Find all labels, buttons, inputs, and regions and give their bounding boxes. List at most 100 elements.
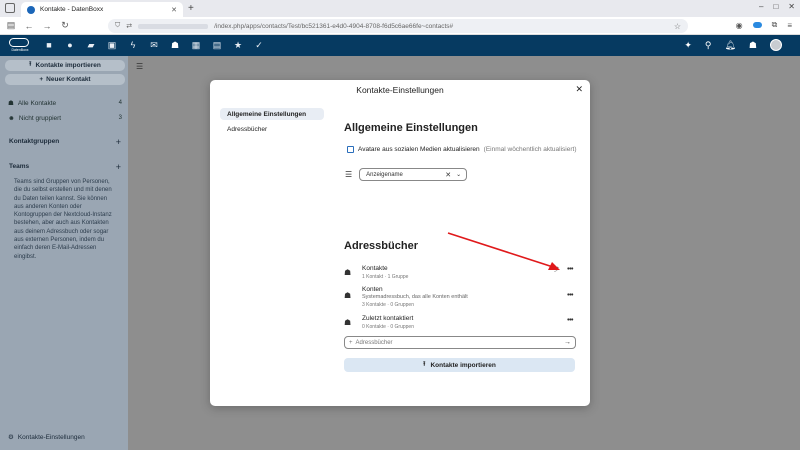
addressbook-name: Zuletzt kontaktiert: [362, 315, 414, 322]
sidebar-import-button[interactable]: ⭱ Kontakte importieren: [5, 60, 125, 71]
sort-select[interactable]: Anzeigename ✕ ⌄: [359, 168, 468, 181]
avatar[interactable]: [770, 39, 782, 51]
url-bar[interactable]: ⛉ ⇄ /index.php/apps/contacts/Test/bc5213…: [108, 19, 688, 33]
contact-groups-label: Kontaktgruppen: [9, 138, 60, 145]
share-icon[interactable]: ⤴: [554, 266, 559, 273]
bookmark-star-icon[interactable]: ☆: [674, 22, 681, 31]
extensions-icon[interactable]: ⧉: [772, 20, 778, 30]
arrow-right-icon[interactable]: →: [564, 339, 571, 346]
nav-addressbooks[interactable]: Adressbücher: [220, 123, 324, 135]
chevron-down-icon[interactable]: ⌄: [456, 171, 461, 178]
more-actions-button[interactable]: •••: [567, 266, 573, 273]
search-icon[interactable]: ●: [65, 39, 75, 51]
addressbook-counts: 1 Kontakt · 1 Gruppe: [362, 274, 409, 280]
nav-general-settings[interactable]: Allgemeine Einstellungen: [220, 108, 324, 120]
more-actions-button[interactable]: •••: [567, 317, 573, 324]
activity-icon[interactable]: ϟ: [128, 39, 138, 51]
browser-toolbar-right: ◉ ⧉ ≡: [736, 20, 792, 30]
dashboard-icon[interactable]: ■: [44, 39, 54, 51]
addressbook-group-icon: ☗: [344, 318, 352, 327]
files-icon[interactable]: ▰: [86, 39, 96, 51]
addressbook-item-konten: ☗ Konten Systemadressbuch, das alle Kont…: [344, 286, 576, 308]
header-right: ✦ ⚲ 🔔︎ ☗: [684, 39, 782, 51]
tasks-icon[interactable]: ✓: [254, 39, 264, 51]
addressbook-group-icon: ☗: [344, 268, 352, 277]
sidebar-item-ungrouped[interactable]: ☻ Nicht gruppiert 3: [8, 113, 122, 123]
sort-list-icon: ☰: [345, 170, 353, 179]
app-menu: ■ ● ▰ ▣ ϟ ✉ ☗ ▦ ▤ ★ ✓: [44, 39, 264, 51]
forward-icon[interactable]: →: [42, 21, 52, 31]
browser-tabbar: Kontakte - DatenBoxx ✕ + – □ ✕: [0, 0, 800, 17]
person-icon: ☻: [8, 114, 15, 122]
addressbooks-title: Adressbücher: [344, 240, 418, 252]
navigation-toggle-icon[interactable]: ☰: [136, 62, 143, 71]
teams-description: Teams sind Gruppen von Personen, die du …: [14, 179, 112, 260]
addressbook-name: Konten: [362, 286, 383, 293]
favicon-icon: [27, 5, 35, 14]
general-settings-title: Allgemeine Einstellungen: [344, 122, 478, 134]
settings-modal: Kontakte-Einstellungen ✕ Allgemeine Eins…: [210, 80, 590, 406]
new-tab-icon[interactable]: +: [188, 3, 194, 14]
upload-icon: ⭱: [423, 360, 426, 368]
minimize-icon[interactable]: –: [759, 2, 763, 11]
notes-icon[interactable]: ▤: [212, 39, 222, 51]
close-icon[interactable]: ✕: [575, 84, 583, 95]
new-contact-label: Neuer Kontakt: [46, 76, 91, 83]
window-controls: – □ ✕: [759, 2, 795, 11]
mail-icon[interactable]: ✉: [149, 39, 159, 51]
sidebar-item-all-contacts[interactable]: ☗ Alle Kontakte 4: [8, 98, 122, 108]
gear-icon: ⚙: [8, 434, 14, 441]
calendar-icon[interactable]: ▦: [191, 39, 201, 51]
avatar-checkbox-hint: (Einmal wöchentlich aktualisiert): [483, 146, 577, 153]
cloud-extension-icon[interactable]: [752, 22, 762, 28]
contact-groups-heading: Kontaktgruppen +: [9, 137, 121, 147]
app-logo[interactable]: DatenBoxx: [9, 38, 31, 53]
url-host-redacted: [138, 23, 209, 29]
sort-select-value: Anzeigename: [366, 171, 403, 178]
contacts-icon[interactable]: ☗: [170, 39, 180, 51]
avatar-update-checkbox[interactable]: [347, 146, 354, 153]
unified-search-icon[interactable]: ⚲: [705, 40, 712, 51]
sidebar-item-count: 3: [118, 115, 122, 121]
tab-title: Kontakte - DatenBoxx: [40, 6, 104, 13]
sidebar-import-label: Kontakte importieren: [35, 62, 101, 69]
close-window-icon[interactable]: ✕: [788, 2, 795, 11]
favorites-icon[interactable]: ★: [233, 39, 243, 51]
sidebar-item-count: 4: [118, 100, 122, 106]
avatar-update-setting[interactable]: Avatare aus sozialen Medien aktualisiere…: [347, 146, 577, 153]
contacts-group-icon: ☗: [8, 100, 14, 107]
permissions-icon[interactable]: ⇄: [126, 22, 132, 30]
addressbook-description: Systemadressbuch, das alle Konten enthäl…: [362, 294, 468, 300]
plus-icon: +: [39, 76, 44, 83]
browser-tab[interactable]: Kontakte - DatenBoxx ✕: [21, 2, 183, 17]
plus-icon: +: [349, 339, 353, 346]
add-group-button[interactable]: +: [116, 137, 121, 147]
more-actions-button[interactable]: •••: [567, 292, 573, 299]
app-header: DatenBoxx ■ ● ▰ ▣ ϟ ✉ ☗ ▦ ▤ ★ ✓ ✦ ⚲ 🔔︎ ☗: [0, 35, 800, 56]
shield-icon[interactable]: ⛉: [115, 22, 120, 30]
new-contact-button[interactable]: + Neuer Kontakt: [5, 74, 125, 85]
sidebar-item-label: Nicht gruppiert: [18, 114, 62, 122]
maximize-icon[interactable]: □: [773, 2, 778, 11]
back-icon[interactable]: ←: [24, 21, 34, 31]
assistant-icon[interactable]: ✦: [684, 40, 692, 51]
clear-select-icon[interactable]: ✕: [445, 171, 451, 179]
account-icon[interactable]: ◉: [736, 21, 743, 30]
addressbook-item-recent: ☗ Zuletzt kontaktiert 0 Kontakte · 0 Gru…: [344, 315, 576, 333]
menu-icon[interactable]: ≡: [787, 21, 792, 30]
new-addressbook-input[interactable]: + Adressbücher →: [344, 336, 576, 349]
add-team-button[interactable]: +: [116, 162, 121, 172]
sidebar-toggle-icon[interactable]: [5, 3, 15, 13]
app-navigation: ⭱ Kontakte importieren + Neuer Kontakt ☗…: [0, 56, 128, 450]
photos-icon[interactable]: ▣: [107, 39, 117, 51]
tab-close-icon[interactable]: ✕: [171, 6, 177, 14]
upload-icon: ⭱: [29, 61, 32, 68]
reload-icon[interactable]: ↻: [60, 20, 70, 31]
logo-text: DatenBoxx: [11, 48, 29, 52]
contacts-menu-icon[interactable]: ☗: [749, 40, 757, 51]
notifications-icon[interactable]: 🔔︎: [724, 40, 735, 51]
addressbook-item-kontakte: ☗ Kontakte 1 Kontakt · 1 Gruppe ⤴ •••: [344, 265, 576, 283]
import-contacts-button[interactable]: ⭱ Kontakte importieren: [344, 358, 575, 372]
contacts-settings-button[interactable]: ⚙ Kontakte-Einstellungen: [8, 433, 85, 442]
panel-icon[interactable]: ▤: [6, 20, 16, 31]
